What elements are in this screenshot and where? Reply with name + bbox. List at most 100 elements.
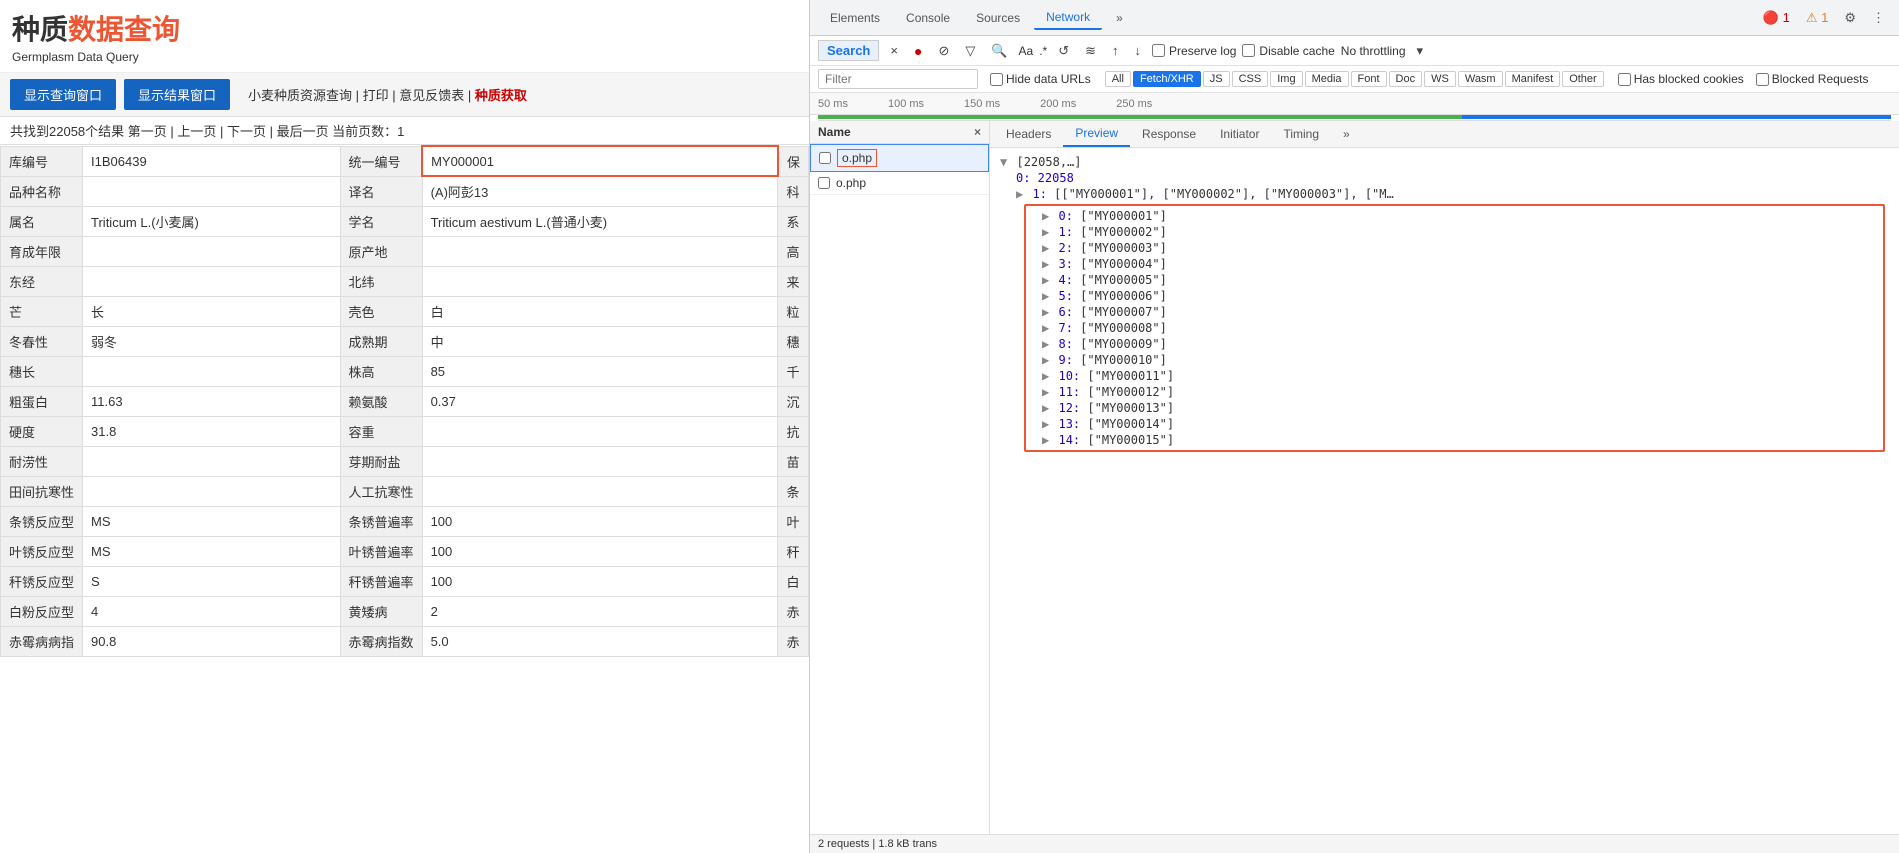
json-preview-content: ▼ [22058,…]0: 22058▶ 1: [["MY000001"], [… <box>990 148 1899 834</box>
logo-area: 种质数据查询 Germplasm Data Query <box>0 0 809 73</box>
filter-input[interactable] <box>818 69 978 89</box>
preserve-log-checkbox[interactable] <box>1152 44 1165 57</box>
disable-cache-checkbox[interactable] <box>1242 44 1255 57</box>
network-list-panel: Name × o.phpo.php <box>810 121 990 834</box>
network-list-item[interactable]: o.php <box>810 172 989 195</box>
field-label-right: 穗 <box>778 327 809 357</box>
filter-type-other[interactable]: Other <box>1562 71 1604 87</box>
network-list-items: o.php o.php <box>810 144 989 834</box>
json-tree-line: ▼ [22058,…] <box>1000 154 1889 170</box>
field-value: 5.0 <box>422 627 778 657</box>
field-value: 中 <box>422 327 778 357</box>
filter-type-fetch/xhr[interactable]: Fetch/XHR <box>1133 71 1201 87</box>
field-label: 东经 <box>1 267 83 297</box>
data-table-wrapper: 库编号I1B06439统一编号MY000001保品种名称译名(A)阿彭13科属名… <box>0 145 809 853</box>
error-count-button[interactable]: 🔴 1 <box>1757 8 1796 28</box>
field-label: 统一编号 <box>340 146 422 176</box>
search-tab[interactable]: Search <box>818 40 879 61</box>
tab-sources[interactable]: Sources <box>964 7 1032 29</box>
field-label: 秆锈反应型 <box>1 567 83 597</box>
field-value: 4 <box>83 597 341 627</box>
throttling-dropdown-button[interactable]: ▾ <box>1412 41 1429 61</box>
tab-elements[interactable]: Elements <box>818 7 892 29</box>
timeline-mark: 100 ms <box>888 98 924 110</box>
filter-type-css[interactable]: CSS <box>1232 71 1269 87</box>
record-button[interactable]: ● <box>909 41 927 61</box>
field-label: 冬春性 <box>1 327 83 357</box>
field-label-right: 苗 <box>778 447 809 477</box>
refresh-button[interactable]: ↺ <box>1053 41 1074 61</box>
filter-type-manifest[interactable]: Manifest <box>1505 71 1561 87</box>
settings-button[interactable]: ⚙ <box>1838 8 1862 28</box>
field-value: (A)阿彭13 <box>422 176 778 207</box>
field-value: 100 <box>422 537 778 567</box>
tab-more[interactable]: » <box>1104 7 1135 29</box>
search-icon-button[interactable]: 🔍 <box>986 41 1012 61</box>
timeline-mark: 250 ms <box>1116 98 1152 110</box>
filter-type-font[interactable]: Font <box>1351 71 1387 87</box>
search-close-button[interactable]: × <box>885 41 903 60</box>
json-subitem: ▶ 7: ["MY000008"] <box>1030 320 1879 336</box>
show-result-window-button[interactable]: 显示结果窗口 <box>124 79 230 110</box>
filter-type-js[interactable]: JS <box>1203 71 1230 87</box>
has-blocked-cookies-label[interactable]: Has blocked cookies <box>1618 72 1744 86</box>
json-subitem: ▶ 2: ["MY000003"] <box>1030 240 1879 256</box>
field-value: 0.37 <box>422 387 778 417</box>
filter-type-media[interactable]: Media <box>1305 71 1349 87</box>
network-item-checkbox[interactable] <box>819 152 831 164</box>
filter-type-ws[interactable]: WS <box>1424 71 1456 87</box>
wifi-button[interactable]: ≋ <box>1080 41 1101 61</box>
download-button[interactable]: ↓ <box>1130 41 1147 60</box>
left-panel: 种质数据查询 Germplasm Data Query 显示查询窗口 显示结果窗… <box>0 0 810 853</box>
blocked-requests-label[interactable]: Blocked Requests <box>1756 72 1869 86</box>
filter-button[interactable]: ▽ <box>960 41 980 61</box>
blocked-requests-checkbox[interactable] <box>1756 73 1769 86</box>
preserve-log-label[interactable]: Preserve log <box>1152 44 1236 58</box>
disable-cache-label[interactable]: Disable cache <box>1242 44 1334 58</box>
detail-tab-preview[interactable]: Preview <box>1063 121 1130 147</box>
logo-subtitle: Germplasm Data Query <box>12 50 797 64</box>
detail-tab-headers[interactable]: Headers <box>994 122 1063 146</box>
filter-type-doc[interactable]: Doc <box>1389 71 1423 87</box>
has-blocked-cookies-checkbox[interactable] <box>1618 73 1631 86</box>
field-label-right: 沉 <box>778 387 809 417</box>
more-options-button[interactable]: ⋮ <box>1866 8 1891 28</box>
filter-type-all[interactable]: All <box>1105 71 1131 87</box>
filter-type-wasm[interactable]: Wasm <box>1458 71 1503 87</box>
field-label: 秆锈普遍率 <box>340 567 422 597</box>
filter-type-img[interactable]: Img <box>1270 71 1302 87</box>
tab-console[interactable]: Console <box>894 7 962 29</box>
json-subitem: ▶ 12: ["MY000013"] <box>1030 400 1879 416</box>
network-list-item[interactable]: o.php <box>810 144 989 172</box>
json-tree-line: 0: 22058 <box>1000 170 1889 186</box>
network-item-checkbox[interactable] <box>818 177 830 189</box>
field-label: 译名 <box>340 176 422 207</box>
field-value: 100 <box>422 567 778 597</box>
field-label: 北纬 <box>340 267 422 297</box>
field-label-right: 保 <box>778 146 809 176</box>
field-label: 田间抗寒性 <box>1 477 83 507</box>
detail-tab-timing[interactable]: Timing <box>1271 122 1331 146</box>
field-value: I1B06439 <box>83 146 341 176</box>
field-label: 属名 <box>1 207 83 237</box>
network-item-name: o.php <box>837 149 877 167</box>
stop-button[interactable]: ⊘ <box>933 41 954 61</box>
germplasm-acquire-link[interactable]: 种质获取 <box>475 88 527 103</box>
upload-button[interactable]: ↑ <box>1107 41 1124 60</box>
field-label: 容重 <box>340 417 422 447</box>
detail-tab-initiator[interactable]: Initiator <box>1208 122 1271 146</box>
tab-network[interactable]: Network <box>1034 6 1102 30</box>
network-list-close-button[interactable]: × <box>974 125 981 139</box>
json-subitem: ▶ 9: ["MY000010"] <box>1030 352 1879 368</box>
hide-data-urls-label[interactable]: Hide data URLs <box>990 72 1091 86</box>
network-toolbar: Search × ● ⊘ ▽ 🔍 Aa .* ↺ ≋ ↑ ↓ Preserve … <box>810 36 1899 66</box>
filter-types-row: AllFetch/XHRJSCSSImgMediaFontDocWSWasmMa… <box>1105 71 1606 87</box>
show-query-window-button[interactable]: 显示查询窗口 <box>10 79 116 110</box>
hide-data-urls-checkbox[interactable] <box>990 73 1003 86</box>
detail-tab-more[interactable]: » <box>1331 122 1362 146</box>
warn-count-button[interactable]: ⚠ 1 <box>1800 8 1835 28</box>
detail-tabs: HeadersPreviewResponseInitiatorTiming» <box>990 121 1899 148</box>
field-value <box>83 447 341 477</box>
json-subitem: ▶ 11: ["MY000012"] <box>1030 384 1879 400</box>
detail-tab-response[interactable]: Response <box>1130 122 1208 146</box>
